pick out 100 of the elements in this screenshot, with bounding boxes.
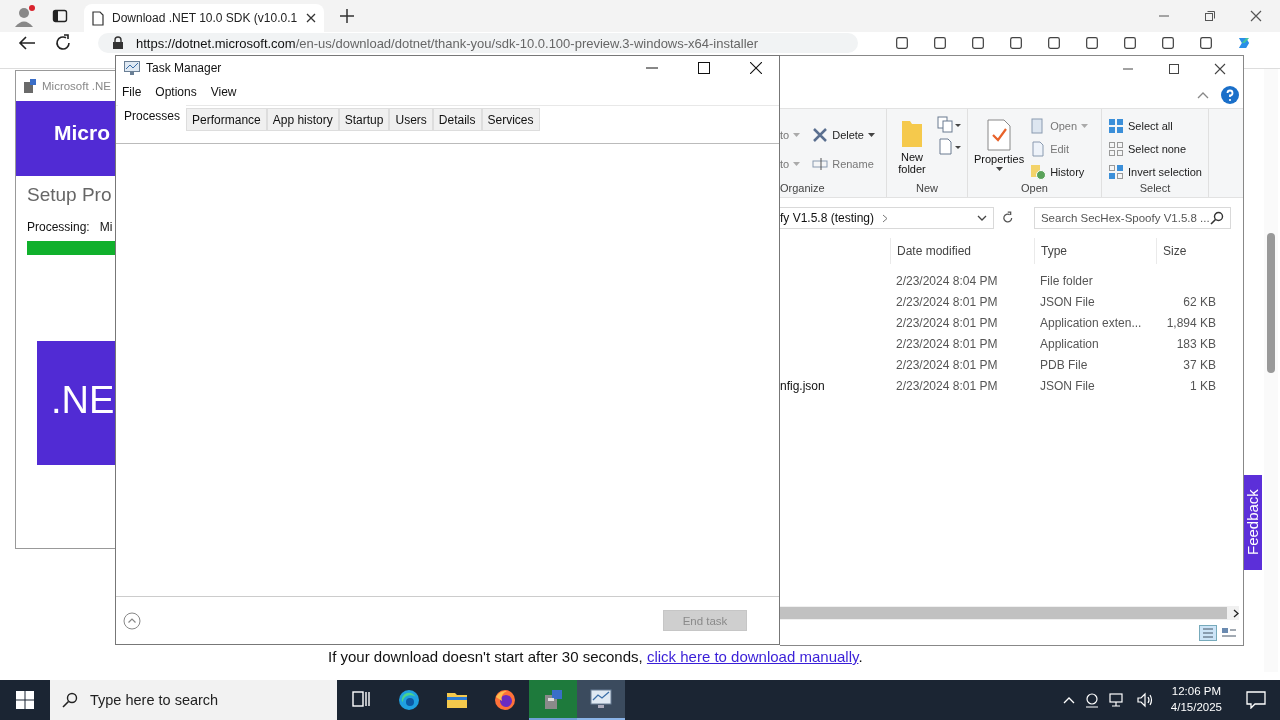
- table-cell-text: File folder: [1039, 273, 1094, 288]
- clock-date: 4/15/2025: [1170, 700, 1222, 715]
- back-icon[interactable]: [18, 35, 36, 51]
- caret-icon: [868, 132, 875, 137]
- ribbon-button[interactable]: Delete: [812, 125, 875, 144]
- maximize-icon[interactable]: [1168, 62, 1180, 75]
- tab[interactable]: Startup: [338, 108, 390, 131]
- tab[interactable]: Performance: [186, 108, 267, 131]
- scrollbar[interactable]: [1264, 69, 1278, 672]
- table-cell-text: 62 KB: [1182, 294, 1217, 309]
- chevron-up-icon[interactable]: [1062, 696, 1075, 704]
- close-icon[interactable]: [1250, 10, 1262, 22]
- table-cell-text: Application: [1039, 336, 1100, 351]
- taskbar-app[interactable]: [577, 680, 625, 720]
- table-cell-text: 2/23/2024 8:04 PM: [895, 273, 999, 288]
- caret-icon: [793, 132, 801, 137]
- fewer-details-icon[interactable]: [123, 611, 141, 630]
- ribbon-button[interactable]: Rename: [812, 154, 875, 173]
- menu-item[interactable]: File: [122, 85, 142, 99]
- tab-actions-icon[interactable]: [52, 8, 68, 24]
- tab[interactable]: Users: [389, 108, 433, 131]
- group-label: New: [915, 182, 939, 196]
- window-title: Microsoft .NE: [42, 80, 111, 92]
- tab-title: Download .NET 10.0 SDK (v10.0.1: [112, 11, 298, 25]
- caret-icon: [995, 167, 1003, 172]
- address-bar[interactable]: fy V1.5.8 (testing): [780, 207, 995, 229]
- table-cell-text: 1,894 KB: [1165, 315, 1217, 330]
- table-cell-text: 1 KB: [1189, 378, 1217, 393]
- search-field[interactable]: Search SecHex-Spoofy V1.5.8 ...: [1033, 207, 1231, 229]
- group-label: Organize: [780, 182, 826, 196]
- restore-icon[interactable]: [1204, 10, 1216, 22]
- search-input[interactable]: Type here to search: [90, 692, 337, 708]
- address-bar[interactable]: https://dotnet.microsoft.com/en-us/download/dotnet/thank-you/sdk-10.0.100-preview.3-windows-x64-installer: [98, 33, 858, 53]
- new-item-icon[interactable]: [937, 116, 961, 134]
- search-input[interactable]: Search SecHex-Spoofy V1.5.8 ...: [1040, 212, 1210, 224]
- group-label: Select: [1138, 182, 1172, 196]
- tab[interactable]: Services: [481, 108, 540, 131]
- close-icon[interactable]: [750, 62, 762, 74]
- browser-tab[interactable]: Download .NET 10.0 SDK (v10.0.1: [84, 4, 324, 32]
- tab[interactable]: Details: [432, 108, 482, 131]
- setup-heading: Setup Pro: [27, 184, 113, 206]
- help-icon[interactable]: [1221, 85, 1239, 104]
- checklist-icon: [986, 119, 1013, 151]
- table-cell-text: 2/23/2024 8:01 PM: [895, 315, 999, 330]
- easy-access-icon[interactable]: [937, 138, 961, 156]
- properties-button[interactable]: Properties: [974, 113, 1025, 182]
- table-cell-text: PDB File: [1039, 357, 1089, 372]
- table-cell-text: 183 KB: [1175, 336, 1217, 351]
- scrollbar-thumb[interactable]: [780, 607, 1227, 619]
- ribbon-button[interactable]: Select none: [1108, 139, 1202, 158]
- new-folder-button[interactable]: New folder: [893, 113, 931, 182]
- new-tab-icon[interactable]: [340, 9, 354, 23]
- edit-icon: [1030, 140, 1047, 157]
- maximize-icon[interactable]: [698, 62, 710, 74]
- table-cell-text: JSON File: [1039, 294, 1096, 309]
- scrollbar[interactable]: [780, 606, 1239, 620]
- scrollbar-thumb[interactable]: [1267, 233, 1275, 373]
- chevron-icon[interactable]: [1233, 608, 1239, 618]
- lock-icon: [112, 36, 124, 50]
- delete-icon: [812, 126, 829, 143]
- ribbon-button[interactable]: Edit: [1030, 139, 1089, 158]
- windows-icon[interactable]: [16, 691, 34, 709]
- table-cell-text: JSON File: [1039, 378, 1096, 393]
- move-button[interactable]: to: [780, 125, 801, 144]
- history-icon: [1030, 163, 1047, 180]
- table-cell-text: 2/23/2024 8:01 PM: [895, 378, 999, 393]
- close-icon[interactable]: [1214, 62, 1226, 75]
- search-field[interactable]: Type here to search: [50, 680, 337, 720]
- download-note: If your download doesn't start after 30 seconds, click here to download manually.: [328, 648, 863, 665]
- notifications-icon[interactable]: [1246, 691, 1266, 709]
- menu-item[interactable]: View: [210, 85, 237, 99]
- collapse-icon[interactable]: [1197, 90, 1209, 99]
- ribbon-button[interactable]: Open: [1030, 116, 1089, 135]
- copilot-icon[interactable]: [1236, 35, 1252, 51]
- ribbon-button[interactable]: History: [1030, 162, 1089, 181]
- ribbon-button[interactable]: Select all: [1108, 116, 1202, 135]
- refresh-icon[interactable]: [54, 34, 72, 52]
- caret-icon: [1081, 123, 1089, 128]
- menu-item[interactable]: Options: [155, 85, 197, 99]
- tiles-view-icon[interactable]: [1221, 625, 1237, 640]
- installer-icon: [22, 78, 38, 94]
- column-header[interactable]: Size: [1156, 238, 1232, 264]
- processing-item: Mi: [99, 220, 113, 234]
- ribbon-button[interactable]: Invert selection: [1108, 162, 1202, 181]
- column-header[interactable]: Type: [1034, 238, 1156, 264]
- dropdown-icon: [977, 215, 988, 221]
- profile-icon[interactable]: [12, 4, 36, 28]
- tab[interactable]: App history: [266, 108, 339, 131]
- camera-icon[interactable]: [1084, 692, 1099, 708]
- volume-icon[interactable]: [1136, 692, 1155, 708]
- clock[interactable]: 12:06 PM 4/15/2025: [1170, 684, 1222, 716]
- download-link[interactable]: click here to download manually: [646, 648, 859, 665]
- close-icon[interactable]: [306, 13, 316, 23]
- file-name: nfig.json: [780, 378, 826, 393]
- grid-icon: [1108, 140, 1124, 157]
- table-cell-text: Application exten...: [1039, 315, 1143, 330]
- column-header[interactable]: Date modified: [890, 238, 1034, 264]
- details-view-icon[interactable]: [1199, 624, 1217, 641]
- firefox-icon: [494, 689, 516, 711]
- move-button[interactable]: to: [780, 154, 801, 173]
